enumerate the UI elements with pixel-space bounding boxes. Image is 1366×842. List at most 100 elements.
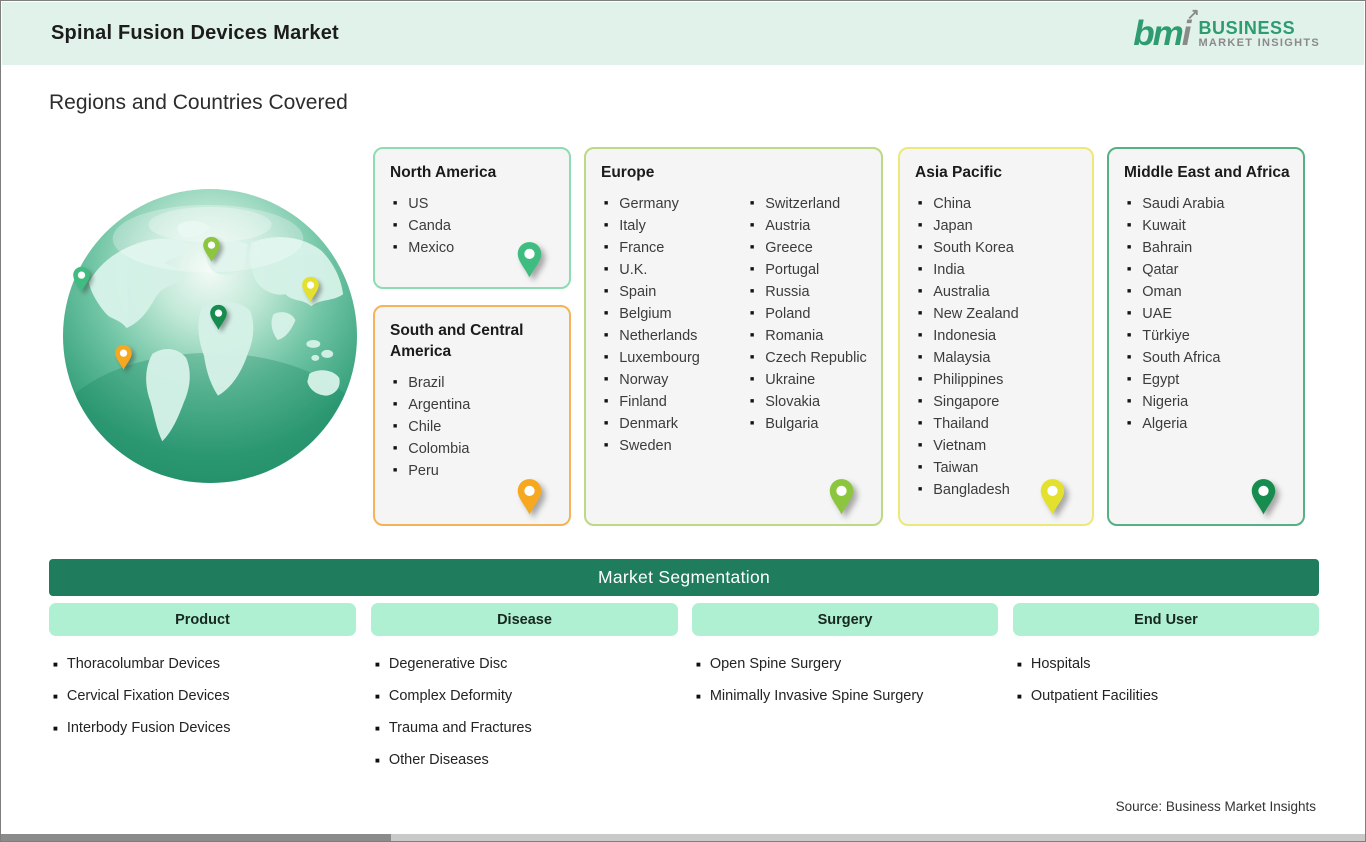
bullet-square-icon: ■: [604, 288, 609, 296]
bullet-square-icon: ■: [918, 266, 923, 274]
country-item: ■ Qatar: [1127, 261, 1179, 278]
logo-line-market-insights: MARKET INSIGHTS: [1198, 37, 1320, 50]
segment-header-end-user: End User: [1013, 603, 1319, 636]
region-card-europe: Europe ■ Germany ■ Italy ■ France ■ U.K. ■ Spain ■ B…: [584, 147, 883, 526]
location-pin-icon: [829, 479, 854, 515]
horizontal-scrollbar[interactable]: [1, 834, 1365, 841]
segment-list-disease: ■ Degenerative Disc ■ Complex Deformity ■ Tra…: [375, 654, 532, 782]
bullet-square-icon: ■: [604, 354, 609, 362]
segment-item: ■ Trauma and Fractures: [375, 720, 532, 736]
country-item: ■ Kuwait: [1127, 217, 1186, 234]
source-note: Source: Business Market Insights: [1115, 799, 1316, 814]
bullet-square-icon: ■: [750, 376, 755, 384]
bullet-square-icon: ■: [918, 420, 923, 428]
country-item: ■ Sweden: [604, 437, 672, 454]
section-title: Regions and Countries Covered: [49, 91, 348, 114]
region-card-asia-pacific: Asia Pacific ■ China ■ Japan ■ South Korea ■ Ind…: [898, 147, 1094, 526]
country-list: ■ Switzerland ■ Austria ■ Greece ■ Portugal ■ Rus…: [747, 193, 867, 457]
bullet-square-icon: ■: [918, 288, 923, 296]
bullet-square-icon: ■: [393, 401, 398, 409]
bullet-square-icon: ■: [1127, 200, 1132, 208]
location-pin-icon: [209, 304, 227, 330]
region-title: Europe: [601, 164, 655, 181]
country-item: ■ Netherlands: [604, 327, 698, 344]
location-pin-icon: [517, 479, 542, 515]
country-item: ■ Colombia: [393, 440, 470, 457]
bullet-square-icon: ■: [750, 398, 755, 406]
country-item: ■ Thailand: [918, 415, 989, 432]
bullet-square-icon: ■: [604, 398, 609, 406]
bullet-square-icon: ■: [375, 723, 380, 733]
world-globe: [61, 187, 359, 485]
segment-item: ■ Minimally Invasive Spine Surgery: [696, 688, 924, 704]
bullet-square-icon: ■: [750, 354, 755, 362]
bullet-square-icon: ■: [53, 723, 58, 733]
logo-arrow-icon: ↗: [1186, 6, 1200, 23]
segment-item: ■ Cervical Fixation Devices: [53, 688, 230, 704]
country-item: ■ Chile: [393, 418, 442, 435]
country-item: ■ Philippines: [918, 371, 1004, 388]
country-item: ■ Egypt: [1127, 371, 1180, 388]
country-item: ■ Portugal: [750, 261, 820, 278]
bullet-square-icon: ■: [53, 659, 58, 669]
country-item: ■ Russia: [750, 283, 810, 300]
country-item: ■ Austria: [750, 217, 811, 234]
scrollbar-thumb[interactable]: [1, 834, 391, 841]
bullet-square-icon: ■: [1017, 659, 1022, 669]
country-item: ■ Belgium: [604, 305, 672, 322]
country-item: ■ UAE: [1127, 305, 1173, 322]
country-item: ■ Romania: [750, 327, 824, 344]
bullet-square-icon: ■: [375, 755, 380, 765]
segment-header-surgery: Surgery: [692, 603, 998, 636]
segment-item: ■ Complex Deformity: [375, 688, 513, 704]
bullet-square-icon: ■: [375, 691, 380, 701]
header: Spinal Fusion Devices Market bmi ↗ BUSINE…: [2, 2, 1364, 65]
country-item: ■ Malaysia: [918, 349, 991, 366]
country-item: ■ Vietnam: [918, 437, 987, 454]
country-list: ■ Germany ■ Italy ■ France ■ U.K. ■ Spain ■ Belgium…: [601, 193, 747, 457]
country-item: ■ Slovakia: [750, 393, 821, 410]
logo-line-business: BUSINESS: [1198, 18, 1296, 39]
bullet-square-icon: ■: [750, 332, 755, 340]
globe-illustration: [62, 188, 358, 484]
bullet-square-icon: ■: [750, 244, 755, 252]
market-segmentation-banner: Market Segmentation: [49, 559, 1319, 596]
country-item: ■ Denmark: [604, 415, 679, 432]
country-item: ■ Indonesia: [918, 327, 997, 344]
bullet-square-icon: ■: [750, 310, 755, 318]
region-title: Middle East and Africa: [1124, 164, 1290, 181]
region-card-north-america: North America ■ US ■ Canda ■ Mexico: [373, 147, 571, 289]
country-item: ■ Australia: [918, 283, 990, 300]
country-item: ■ Norway: [604, 371, 669, 388]
segment-item: ■ Hospitals: [1017, 656, 1091, 672]
country-item: ■ Poland: [750, 305, 811, 322]
bullet-square-icon: ■: [604, 266, 609, 274]
bullet-square-icon: ■: [1127, 376, 1132, 384]
bullet-square-icon: ■: [604, 442, 609, 450]
bullet-square-icon: ■: [918, 376, 923, 384]
bullet-square-icon: ■: [1127, 222, 1132, 230]
country-item: ■ Japan: [918, 217, 973, 234]
country-item: ■ Switzerland: [750, 195, 841, 212]
bullet-square-icon: ■: [918, 398, 923, 406]
country-item: ■ Argentina: [393, 396, 471, 413]
country-item: ■ Taiwan: [918, 459, 979, 476]
bullet-square-icon: ■: [918, 332, 923, 340]
region-card-middle-east-africa: Middle East and Africa ■ Saudi Arabia ■ Kuwa…: [1107, 147, 1305, 526]
bullet-square-icon: ■: [604, 200, 609, 208]
region-title: North America: [390, 164, 497, 181]
bullet-square-icon: ■: [1127, 266, 1132, 274]
country-item: ■ Canda: [393, 217, 451, 234]
bullet-square-icon: ■: [393, 244, 398, 252]
bmi-logo-icon: bmi ↗: [1133, 7, 1199, 51]
segment-item: ■ Degenerative Disc: [375, 656, 508, 672]
bullet-square-icon: ■: [918, 310, 923, 318]
bullet-square-icon: ■: [918, 200, 923, 208]
location-pin-icon: [517, 242, 542, 278]
segment-list-surgery: ■ Open Spine Surgery ■ Minimally Invasive S…: [696, 654, 923, 718]
region-title: South and Central America: [390, 322, 524, 360]
bullet-square-icon: ■: [1127, 420, 1132, 428]
bullet-square-icon: ■: [1017, 691, 1022, 701]
bullet-square-icon: ■: [1127, 332, 1132, 340]
country-item: ■ U.K.: [604, 261, 648, 278]
